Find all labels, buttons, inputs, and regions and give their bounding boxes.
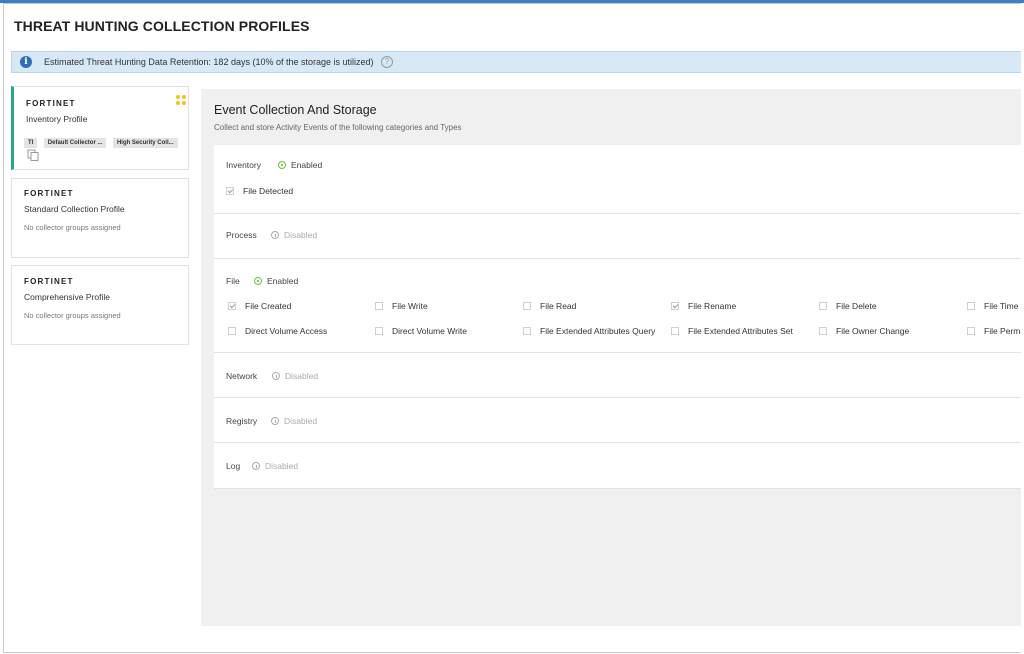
checkbox[interactable] [523,302,531,310]
checkbox-file-rename[interactable]: File Rename [671,301,736,311]
checkbox[interactable] [819,302,827,310]
tag-ti: TI [24,138,38,148]
profile-card-standard[interactable]: FORTINET Standard Collection Profile No … [11,178,189,258]
category-name: Network [226,371,258,381]
help-icon[interactable]: ? [381,56,393,68]
checkbox[interactable] [228,327,236,335]
checkbox-file-owner-change[interactable]: File Owner Change [819,326,909,336]
status-icon [254,277,262,285]
checkbox-file-created[interactable]: File Created [228,301,291,311]
tag-default-collector: Default Collector ... [43,138,107,148]
retention-info-bar: i Estimated Threat Hunting Data Retentio… [11,51,1021,73]
status-icon [271,231,279,239]
profile-subtext: No collector groups assigned [24,223,121,232]
checkbox-direct-volume-access[interactable]: Direct Volume Access [228,326,327,336]
checkbox-file-read[interactable]: File Read [523,301,576,311]
checkbox[interactable] [523,327,531,335]
checkbox-file-time-s[interactable]: File Time S [967,301,1021,311]
status-icon [252,462,260,470]
fortinet-logo: FORTINET [26,99,76,108]
checkbox[interactable] [671,302,679,310]
checkbox[interactable] [375,302,383,310]
checkbox[interactable] [226,187,234,195]
profile-name: Inventory Profile [26,114,88,124]
collector-group-tags: TI Default Collector ... High Security C… [24,131,180,149]
status-icon [271,417,279,425]
category-network: Network Disabled [214,353,1021,398]
app-window: THREAT HUNTING COLLECTION PROFILES i Est… [3,3,1021,653]
category-file: File Enabled File Created File Write Fil… [214,259,1021,353]
fortinet-logo: FORTINET [24,277,74,286]
status-toggle-process[interactable]: Disabled [271,230,317,240]
checkbox-file-extended-attributes-set[interactable]: File Extended Attributes Set [671,326,793,336]
category-name: Process [226,230,257,240]
status-toggle-log[interactable]: Disabled [252,461,298,471]
status-icon [272,372,280,380]
section-subtitle: Collect and store Activity Events of the… [214,123,462,132]
profile-card-inventory[interactable]: FORTINET Inventory Profile TI Default Co… [11,86,189,170]
checkbox[interactable] [375,327,383,335]
category-name: Log [226,461,241,471]
status-toggle-inventory[interactable]: Enabled [278,160,322,170]
retention-text: Estimated Threat Hunting Data Retention:… [44,57,374,67]
checkbox-file-extended-attributes-query[interactable]: File Extended Attributes Query [523,326,655,336]
fortinet-logo: FORTINET [24,189,74,198]
category-name: File [226,276,240,286]
status-toggle-registry[interactable]: Disabled [271,416,317,426]
profile-subtext: No collector groups assigned [24,311,121,320]
category-process: Process Disabled [214,214,1021,259]
info-icon: i [20,56,32,68]
category-name: Registry [226,416,258,426]
checkbox[interactable] [228,302,236,310]
profile-name: Standard Collection Profile [24,204,125,214]
checkbox-file-delete[interactable]: File Delete [819,301,877,311]
status-icon [278,161,286,169]
checkbox[interactable] [967,327,975,335]
tag-high-security: High Security Coll... [112,138,178,148]
category-name: Inventory [226,160,261,170]
checkbox[interactable] [967,302,975,310]
checkbox-direct-volume-write[interactable]: Direct Volume Write [375,326,467,336]
profile-card-comprehensive[interactable]: FORTINET Comprehensive Profile No collec… [11,265,189,345]
copy-icon[interactable] [27,149,39,161]
checkbox[interactable] [671,327,679,335]
section-title: Event Collection And Storage [214,103,377,117]
status-toggle-file[interactable]: Enabled [254,276,298,286]
category-log: Log Disabled [214,443,1021,489]
status-toggle-network[interactable]: Disabled [272,371,318,381]
checkbox-file-permis[interactable]: File Permis [967,326,1021,336]
category-registry: Registry Disabled [214,398,1021,443]
event-collection-panel: Event Collection And Storage Collect and… [201,89,1021,626]
page-title: THREAT HUNTING COLLECTION PROFILES [14,18,310,34]
category-inventory: Inventory Enabled File Detected [214,145,1021,214]
checkbox-file-detected[interactable]: File Detected [226,186,293,196]
drag-handle-icon[interactable] [175,94,187,106]
checkbox-file-write[interactable]: File Write [375,301,428,311]
profile-name: Comprehensive Profile [24,292,110,302]
checkbox[interactable] [819,327,827,335]
